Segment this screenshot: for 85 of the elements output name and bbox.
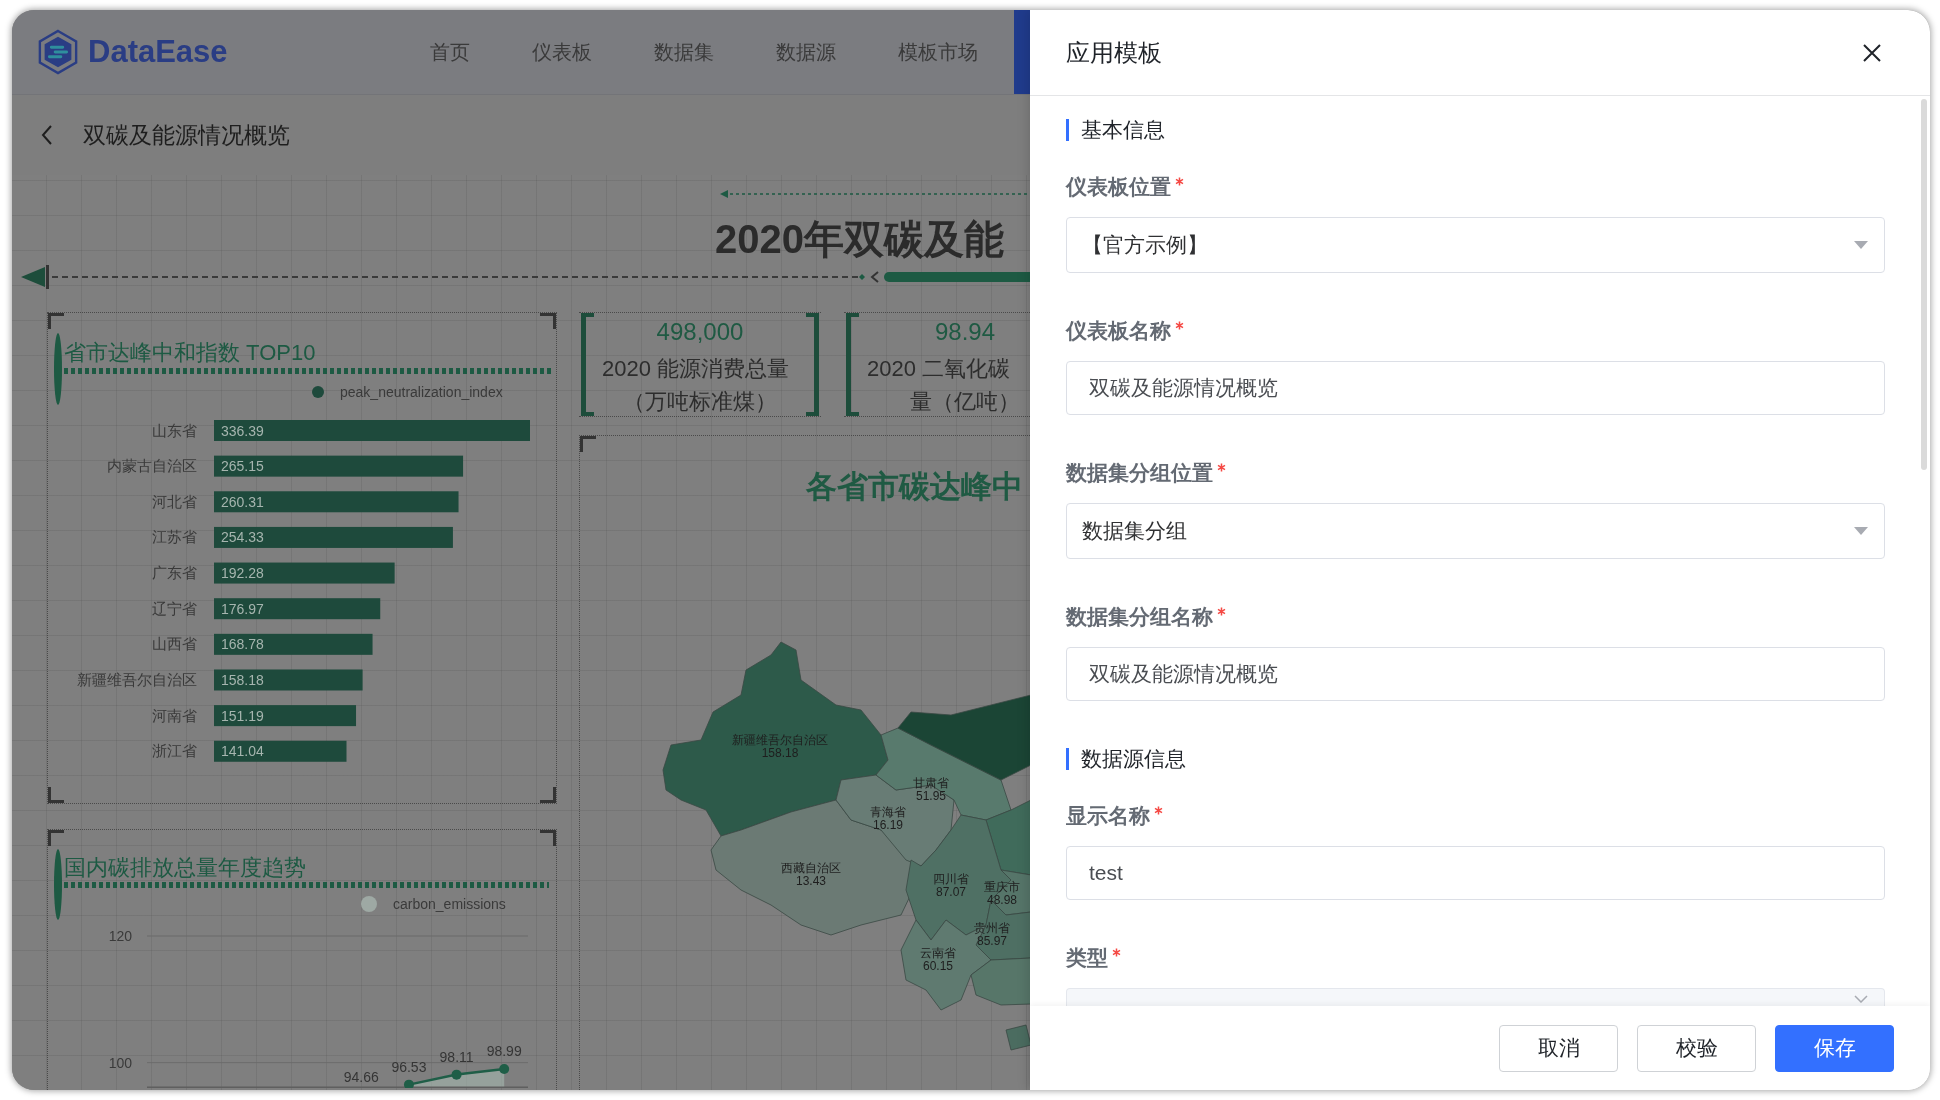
data-point (403, 1079, 414, 1088)
province-value: 48.98 (987, 893, 1017, 907)
logo-text: DataEase (88, 34, 228, 70)
data-label: 98.11 (439, 1048, 474, 1065)
drawer-title: 应用模板 (1066, 37, 1162, 68)
province-value: 16.19 (873, 818, 903, 832)
data-point (499, 1064, 510, 1075)
axis-tick-label: 120 (108, 928, 132, 944)
province-value: 60.15 (923, 959, 953, 973)
bar-value-label: 158.18 (221, 672, 264, 688)
legend-label: carbon_emissions (393, 896, 506, 912)
category-label: 辽宁省 (152, 599, 197, 617)
scrollbar-thumb[interactable] (1921, 99, 1927, 470)
category-label: 新疆维吾尔自治区 (77, 671, 197, 688)
province-name: 西藏自治区 (781, 861, 841, 875)
page-title: 双碳及能源情况概览 (83, 120, 290, 150)
kpi-label: 量（亿吨） (910, 389, 1020, 415)
data-label: 96.53 (391, 1058, 427, 1075)
accent-bar (54, 849, 62, 920)
data-label: 98.99 (486, 1043, 522, 1060)
input-field[interactable]: test (1066, 846, 1885, 900)
bar-value-label: 254.33 (221, 529, 264, 546)
kpi-label: 2020 能源消费总量 (602, 356, 790, 382)
back-icon[interactable] (41, 124, 53, 146)
kpi-label: 2020 二氧化碳 (867, 356, 1011, 382)
province-value: 87.07 (936, 885, 966, 899)
category-label: 河北省 (152, 492, 197, 510)
field-label: 类型 (1066, 947, 1108, 969)
kpi-value: 498,000 (656, 318, 744, 346)
select-field[interactable]: 【官方示例】 (1066, 217, 1885, 273)
section-title: 数据源信息 (1066, 748, 1186, 770)
kpi-label: （万吨标准煤） (623, 389, 777, 415)
field-label: 数据集分组名称 (1066, 606, 1213, 628)
dashboard-title: 2020年双碳及能 (715, 216, 1004, 262)
caret-icon (1854, 527, 1868, 535)
province-value: 13.43 (796, 874, 826, 888)
bar-value-label: 336.39 (221, 422, 264, 439)
province-value: 85.97 (977, 934, 1007, 948)
category-label: 内蒙古自治区 (107, 457, 197, 475)
data-point (451, 1069, 462, 1080)
chart-title: 国内碳排放总量年度趋势 (64, 856, 307, 880)
category-label: 江苏省 (152, 528, 197, 546)
province-value: 158.18 (761, 746, 799, 760)
province-name: 贵州省 (974, 921, 1010, 935)
chevron-icon (1854, 995, 1868, 1003)
province-name: 甘肃省 (913, 776, 949, 790)
category-label: 浙江省 (152, 742, 197, 760)
field-label: 仪表板名称 (1066, 320, 1171, 342)
kpi-value: 98.94 (934, 318, 996, 346)
province-name: 四川省 (933, 872, 969, 886)
section-title: 基本信息 (1066, 119, 1165, 141)
bar-value-label: 192.28 (221, 565, 264, 582)
bar-value-label: 151.19 (221, 707, 264, 724)
province-name: 重庆市 (984, 880, 1020, 894)
input-field[interactable]: 双碳及能源情况概览 (1066, 647, 1885, 701)
field-label: 显示名称 (1066, 805, 1150, 827)
primary-button[interactable]: 保存 (1775, 1024, 1894, 1072)
category-label: 山西省 (152, 635, 197, 653)
axis-tick-label: 100 (108, 1054, 132, 1071)
province-value: 51.95 (916, 789, 946, 803)
province-name: 青海省 (870, 805, 906, 819)
select-field[interactable]: 数据集分组 (1066, 503, 1885, 559)
bar-value-label: 141.04 (221, 743, 264, 760)
bar-value-label: 176.97 (221, 600, 264, 617)
map-title: 各省市碳达峰中 (806, 470, 1023, 504)
category-label: 河南省 (152, 706, 197, 724)
accent-bar (54, 333, 62, 405)
bar-value-label: 260.31 (221, 493, 264, 510)
input-field[interactable]: 双碳及能源情况概览 (1066, 361, 1885, 415)
logo-icon (37, 29, 79, 75)
data-label: 94.66 (343, 1069, 379, 1085)
category-label: 广东省 (152, 564, 197, 582)
secondary-button[interactable]: 校验 (1637, 1024, 1756, 1072)
category-label: 山东省 (152, 421, 197, 439)
close-icon[interactable] (1862, 42, 1882, 63)
province-name: 云南省 (920, 946, 956, 960)
legend-label: peak_neutralization_index (340, 384, 503, 400)
bar-value-label: 265.15 (221, 458, 264, 475)
caret-icon (1854, 241, 1868, 249)
bar-value-label: 168.78 (221, 636, 264, 653)
chart-title: 省市达峰中和指数 TOP10 (64, 341, 317, 365)
secondary-button[interactable]: 取消 (1499, 1024, 1618, 1072)
field-label: 仪表板位置 (1066, 176, 1171, 198)
field-label: 数据集分组位置 (1066, 462, 1213, 484)
legend-dot-icon (361, 896, 377, 912)
